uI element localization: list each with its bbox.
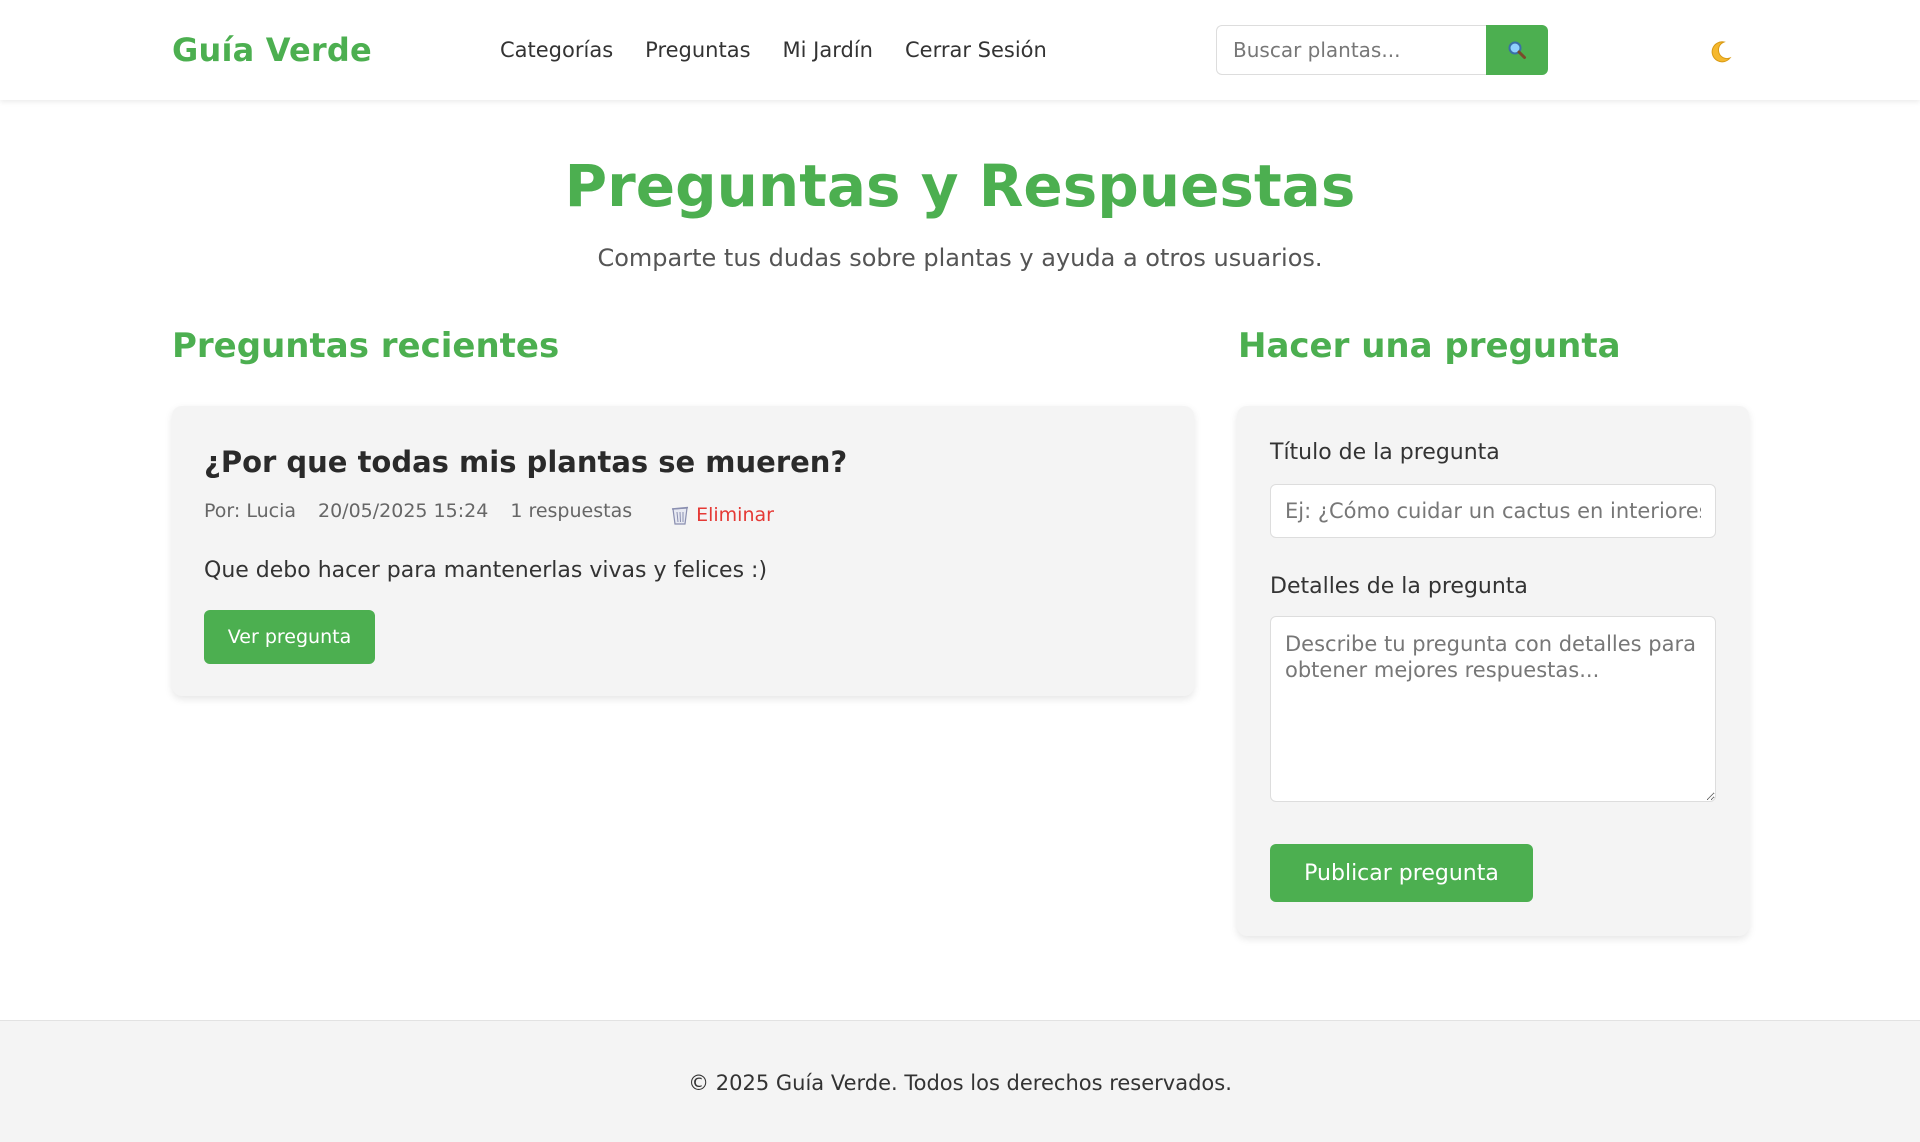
magnifier-icon	[1507, 40, 1527, 60]
view-question-button[interactable]: Ver pregunta	[204, 610, 375, 664]
nav-link-mi-jardin[interactable]: Mi Jardín	[783, 36, 873, 64]
main-nav: Categorías Preguntas Mi Jardín Cerrar Se…	[500, 36, 1047, 64]
ask-question-heading: Hacer una pregunta	[1238, 326, 1621, 366]
question-answer-count: 1 respuestas	[510, 500, 633, 522]
search-bar	[1216, 25, 1548, 75]
question-author: Por: Lucia	[204, 500, 296, 522]
question-title[interactable]: ¿Por que todas mis plantas se mueren?	[204, 442, 847, 482]
question-title-label: Título de la pregunta	[1270, 440, 1500, 465]
nav-link-cerrar-sesion[interactable]: Cerrar Sesión	[905, 36, 1047, 64]
theme-toggle[interactable]	[1704, 36, 1736, 68]
top-header: Guía Verde Categorías Preguntas Mi Jardí…	[0, 0, 1920, 100]
ask-question-form: Título de la pregunta Detalles de la pre…	[1237, 406, 1749, 936]
question-details-textarea[interactable]	[1270, 616, 1716, 802]
search-input[interactable]	[1216, 25, 1486, 75]
question-card: ¿Por que todas mis plantas se mueren? Po…	[172, 406, 1194, 696]
footer-copyright: © 2025 Guía Verde. Todos los derechos re…	[688, 1071, 1232, 1095]
question-details-label: Detalles de la pregunta	[1270, 574, 1528, 599]
page-subtitle: Comparte tus dudas sobre plantas y ayuda…	[597, 244, 1323, 272]
page-footer: © 2025 Guía Verde. Todos los derechos re…	[0, 1020, 1920, 1142]
recent-questions-heading: Preguntas recientes	[172, 326, 560, 366]
search-button[interactable]	[1486, 25, 1548, 75]
question-body: Que debo hacer para mantenerlas vivas y …	[204, 558, 768, 583]
question-meta: Por: Lucia 20/05/2025 15:24 1 respuestas…	[204, 498, 774, 526]
publish-question-button[interactable]: Publicar pregunta	[1270, 844, 1533, 902]
site-logo[interactable]: Guía Verde	[172, 30, 372, 70]
question-title-input[interactable]	[1270, 484, 1716, 538]
nav-link-preguntas[interactable]: Preguntas	[645, 36, 750, 64]
delete-question-button[interactable]: Eliminar	[670, 502, 774, 528]
moon-icon	[1707, 39, 1733, 65]
delete-question-label: Eliminar	[696, 504, 774, 526]
nav-link-categorias[interactable]: Categorías	[500, 36, 613, 64]
question-date: 20/05/2025 15:24	[318, 500, 489, 522]
wastebasket-icon	[670, 504, 690, 526]
page-title: Preguntas y Respuestas	[564, 152, 1356, 220]
